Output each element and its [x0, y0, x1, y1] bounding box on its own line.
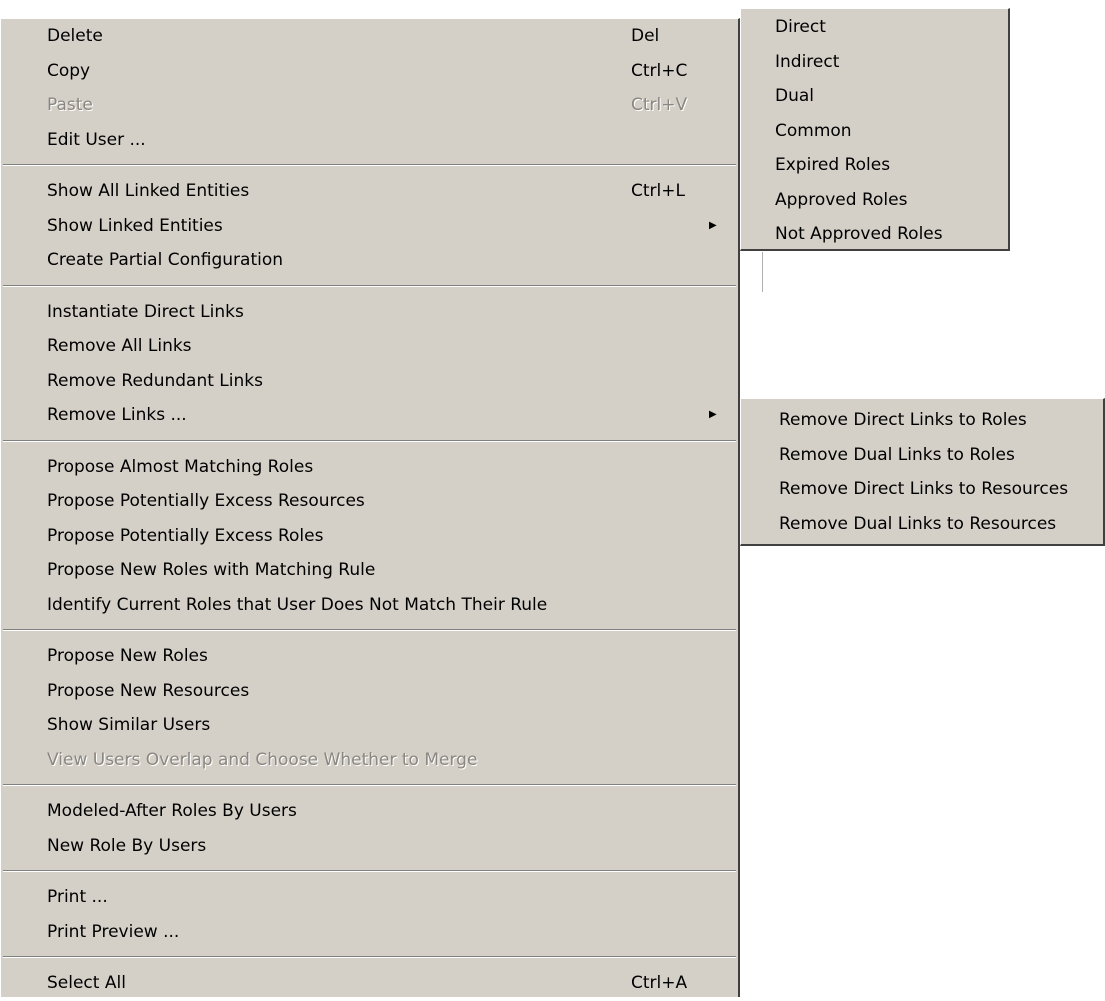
- menu-item-show-similar-users[interactable]: Show Similar Users: [1, 708, 738, 743]
- menu-group: Propose New Roles Propose New Resources Sh…: [1, 639, 738, 777]
- menu-item-propose-almost-matching-roles[interactable]: Propose Almost Matching Roles: [1, 450, 738, 485]
- menu-item-label: Show Linked Entities: [47, 215, 223, 236]
- menu-item-label: New Role By Users: [47, 835, 207, 856]
- menu-item-identify-current-roles-that-user-does-not-match-their-rule[interactable]: Identify Current Roles that User Does No…: [1, 588, 738, 623]
- menu-item-edit-user[interactable]: Edit User ...: [1, 123, 738, 158]
- menu-item-label: Propose New Roles with Matching Rule: [47, 560, 376, 580]
- menu-item-propose-potentially-excess-roles[interactable]: Propose Potentially Excess Roles: [1, 519, 738, 554]
- submenu-arrow-icon: ▶: [709, 409, 717, 420]
- submenu-item-expired-roles[interactable]: Expired Roles: [741, 148, 1008, 183]
- menu-separator: [3, 439, 736, 442]
- menu-item-label: Copy: [47, 60, 91, 81]
- menu-item-label: Propose New Resources: [47, 680, 250, 701]
- menu-group: Propose Almost Matching Roles Propose Pot…: [1, 450, 738, 623]
- menu-group: Select All Ctrl+A: [1, 966, 738, 1001]
- menu-item-show-linked-entities[interactable]: Show Linked Entities ▶: [1, 209, 738, 244]
- menu-item-label: Instantiate Direct Links: [47, 301, 244, 322]
- menu-item-print[interactable]: Print ...: [1, 880, 738, 915]
- menu-item-label: Delete: [47, 26, 103, 46]
- menu-item-show-all-linked-entities[interactable]: Show All Linked Entities Ctrl+L: [1, 174, 738, 209]
- menu-item-label: Print ...: [47, 887, 108, 907]
- menu-item-label: Print Preview ...: [47, 921, 180, 942]
- menu-group: Delete Del Copy Ctrl+C Paste Ctrl+V Edit User …: [1, 19, 738, 157]
- menu-item-shortcut: Ctrl+L: [631, 181, 685, 201]
- menu-separator: [3, 956, 736, 958]
- submenu-item-dual[interactable]: Dual: [741, 79, 1008, 114]
- menu-item-propose-new-roles[interactable]: Propose New Roles: [1, 639, 738, 674]
- menu-item-label: Select All: [47, 973, 126, 993]
- menu-separator: [3, 164, 736, 166]
- menu-group: Modeled-After Roles By Users New Role By …: [1, 794, 738, 863]
- submenu-item-common[interactable]: Common: [741, 114, 1008, 149]
- submenu-item-direct[interactable]: Direct: [741, 10, 1008, 45]
- submenu-arrow-icon: ▶: [709, 219, 717, 231]
- menu-item-remove-all-links[interactable]: Remove All Links: [1, 329, 738, 364]
- submenu-linked-entities-list: Direct Indirect Dual Common Expired Roles App…: [741, 9, 1008, 252]
- menu-item-shortcut: Ctrl+A: [631, 973, 688, 993]
- submenu-item-approved-roles[interactable]: Approved Roles: [741, 183, 1008, 218]
- menu-item-new-role-by-users[interactable]: New Role By Users: [1, 829, 738, 864]
- menu-item-select-all[interactable]: Select All Ctrl+A: [1, 966, 738, 1001]
- submenu-remove-links-list: Remove Direct Links to Roles Remove Dual …: [741, 399, 1103, 541]
- menu-item-label: Show All Linked Entities: [47, 181, 250, 201]
- menu-item-label: Remove All Links: [47, 336, 192, 356]
- menu-item-label: Identify Current Roles that User Does No…: [47, 594, 548, 615]
- menu-item-remove-links[interactable]: Remove Links ... ▶: [1, 398, 738, 433]
- menu-group: Show All Linked Entities Ctrl+L Show Linke…: [1, 174, 738, 278]
- submenu-item-remove-dual-links-to-resources[interactable]: Remove Dual Links to Resources: [741, 507, 1103, 542]
- menu-item-label: Remove Links ...: [47, 405, 187, 425]
- divider-line: [762, 252, 763, 292]
- menu-item-label: Propose Potentially Excess Resources: [47, 491, 365, 511]
- submenu-item-remove-direct-links-to-roles[interactable]: Remove Direct Links to Roles: [741, 403, 1103, 438]
- menu-separator: [3, 629, 736, 631]
- menu-group: Instantiate Direct Links Remove All Links…: [1, 295, 738, 433]
- menu-item-propose-new-resources[interactable]: Propose New Resources: [1, 674, 738, 709]
- menu-item-print-preview[interactable]: Print Preview ...: [1, 915, 738, 950]
- menu-group: Print ... Print Preview ...: [1, 880, 738, 949]
- menu-item-label: Paste: [47, 95, 93, 115]
- menu-item-copy[interactable]: Copy Ctrl+C: [1, 54, 738, 89]
- menu-item-label: View Users Overlap and Choose Whether to…: [47, 749, 478, 770]
- menu-separator: [3, 870, 736, 872]
- submenu-linked-entities: Direct Indirect Dual Common Expired Roles App…: [740, 8, 1010, 251]
- menu-item-instantiate-direct-links[interactable]: Instantiate Direct Links: [1, 295, 738, 330]
- menu-item-create-partial-configuration[interactable]: Create Partial Configuration: [1, 243, 738, 278]
- menu-item-delete[interactable]: Delete Del: [1, 19, 738, 54]
- menu-separator: [3, 784, 736, 786]
- menu-separator: [3, 284, 736, 287]
- menu-item-propose-new-roles-with-matching-rule[interactable]: Propose New Roles with Matching Rule: [1, 553, 738, 588]
- menu-item-view-users-overlap-and-choose-whether-to-merge: View Users Overlap and Choose Whether to…: [1, 743, 738, 778]
- menu-item-shortcut: Ctrl+C: [631, 60, 688, 81]
- menu-item-label: Edit User ...: [47, 129, 146, 150]
- submenu-item-remove-direct-links-to-resources[interactable]: Remove Direct Links to Resources: [741, 472, 1103, 507]
- submenu-item-not-approved-roles[interactable]: Not Approved Roles: [741, 217, 1008, 252]
- context-menu: Delete Del Copy Ctrl+C Paste Ctrl+V Edit User …: [0, 18, 740, 997]
- submenu-remove-links: Remove Direct Links to Roles Remove Dual …: [740, 398, 1105, 546]
- submenu-item-indirect[interactable]: Indirect: [741, 45, 1008, 80]
- menu-item-label: Create Partial Configuration: [47, 250, 284, 270]
- menu-item-label: Modeled-After Roles By Users: [47, 801, 297, 821]
- menu-item-label: Show Similar Users: [47, 715, 211, 735]
- menu-item-remove-redundant-links[interactable]: Remove Redundant Links: [1, 364, 738, 399]
- menu-item-label: Propose Almost Matching Roles: [47, 456, 314, 477]
- menu-item-paste: Paste Ctrl+V: [1, 88, 738, 123]
- menu-item-shortcut: Ctrl+V: [631, 95, 688, 115]
- submenu-item-remove-dual-links-to-roles[interactable]: Remove Dual Links to Roles: [741, 438, 1103, 473]
- menu-item-label: Propose Potentially Excess Roles: [47, 525, 324, 546]
- menu-item-label: Propose New Roles: [47, 646, 208, 666]
- menu-item-propose-potentially-excess-resources[interactable]: Propose Potentially Excess Resources: [1, 484, 738, 519]
- menu-item-shortcut: Del: [631, 26, 660, 46]
- menu-item-modeled-after-roles-by-users[interactable]: Modeled-After Roles By Users: [1, 794, 738, 829]
- menu-item-label: Remove Redundant Links: [47, 370, 263, 391]
